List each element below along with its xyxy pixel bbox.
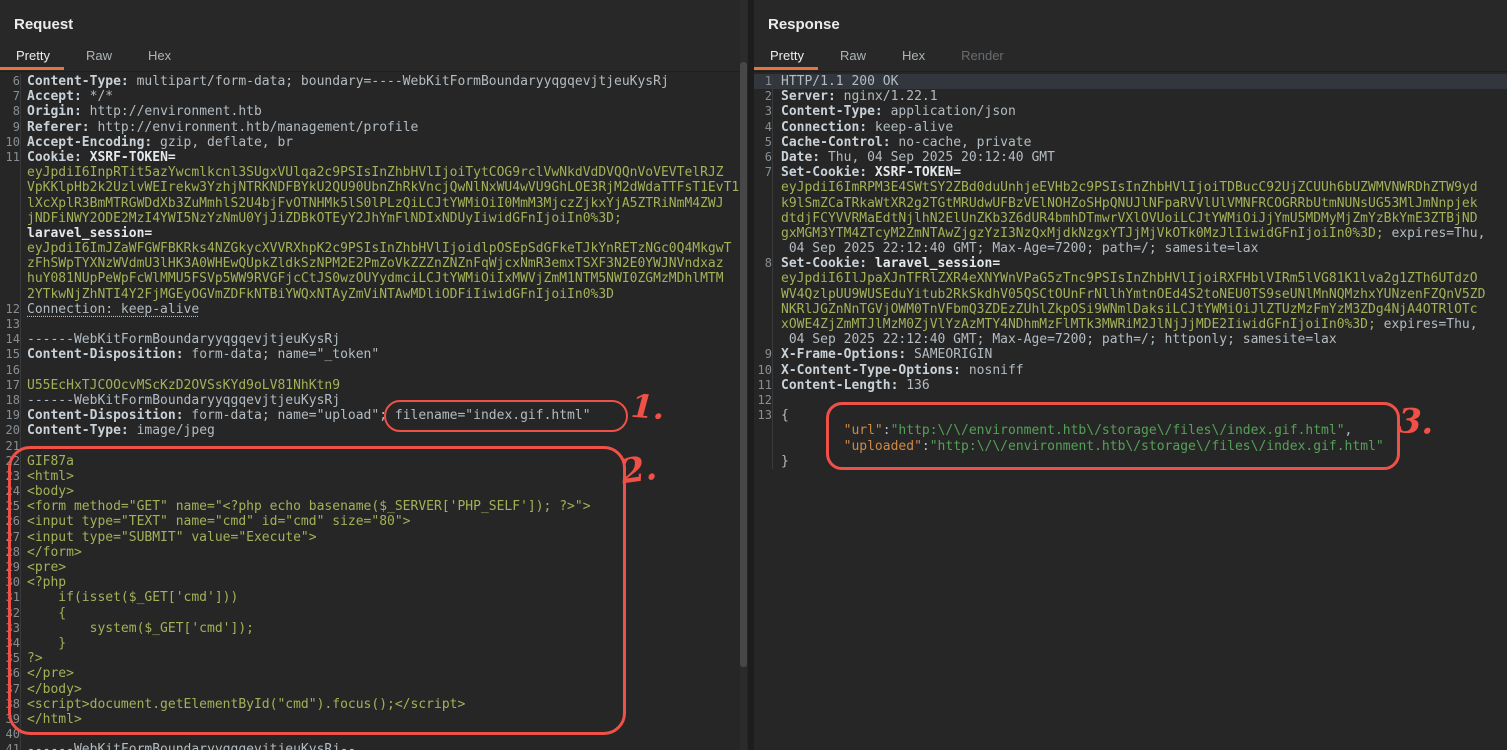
code-line: eyJpdiI6IlJpaXJnTFRlZXR4eXNYWnVPaG5zTnc9… — [754, 271, 1507, 286]
tab-pretty[interactable]: Pretty — [16, 48, 50, 63]
code-line: 10Accept-Encoding: gzip, deflate, br — [0, 135, 748, 150]
code-line: eyJpdiI6InpRTit5azYwcmlkcnl3SUgxVUlqa2c9… — [0, 165, 748, 180]
annotation-box-json — [826, 402, 1400, 470]
tab-hex[interactable]: Hex — [902, 48, 925, 63]
tab-pretty[interactable]: Pretty — [770, 48, 804, 63]
code-line: 41------WebKitFormBoundaryyqgqevjtjeuKys… — [0, 742, 748, 750]
annotation-circle-filename — [384, 400, 628, 432]
annotation-label-3: 3. — [1397, 401, 1434, 442]
response-tabbar: PrettyRawHexRender \n — [754, 44, 1507, 70]
code-line: 10X-Content-Type-Options: nosniff — [754, 363, 1507, 378]
tab-render[interactable]: Render — [961, 48, 1004, 63]
code-line: 1HTTP/1.1 200 OK — [754, 74, 1507, 89]
code-line: 9X-Frame-Options: SAMEORIGIN — [754, 347, 1507, 362]
code-line: 4Connection: keep-alive — [754, 120, 1507, 135]
code-line: 13 — [0, 317, 748, 332]
code-line: 2Server: nginx/1.22.1 — [754, 89, 1507, 104]
code-line: k9lSmZCaTRkaWtXR2g2TGtMRUdwUFBzVElNOHZoS… — [754, 196, 1507, 211]
code-line: 11Content-Length: 136 — [754, 378, 1507, 393]
code-line: zFhSWpTYXNzWVdmU3lHK3A0WHEwQUpkZldkSzNPM… — [0, 256, 748, 271]
request-tabbar: PrettyRawHex \ — [0, 44, 748, 70]
request-panel-title: Request — [14, 16, 73, 33]
code-line: lXcXplR3BmMTRGWDdXb3ZuMmhlS2U4bjFvOTNHMk… — [0, 196, 748, 211]
active-tab-underline — [754, 67, 818, 70]
code-line: WV4QzlpUU9WUSEduYitub2RkSkdhV05QSCtOUnFr… — [754, 287, 1507, 302]
code-line: 7Set-Cookie: XSRF-TOKEN= — [754, 165, 1507, 180]
code-line: NKRlJGZnNnTGVjOWM0TnVFbmQ3ZDEzZUhlZkpOSi… — [754, 302, 1507, 317]
code-line: eyJpdiI6ImJZaWFGWFBKRks4NZGkycXVVRXhpK2c… — [0, 241, 748, 256]
code-line: 7Accept: */* — [0, 89, 748, 104]
response-panel-title: Response — [768, 16, 840, 33]
tab-hex[interactable]: Hex — [148, 48, 171, 63]
annotation-box-payload — [8, 446, 626, 735]
code-line: 04 Sep 2025 22:12:40 GMT; Max-Age=7200; … — [754, 241, 1507, 256]
code-line: 2YTkwNjZhNTI4Y2FjMGEyOGVmZDFkNTBiYWQxNTA… — [0, 287, 748, 302]
annotation-label-2: 2. — [618, 448, 659, 493]
code-line: eyJpdiI6ImRPM3E4SWtSY2ZBd0duUnhjeEVHb2c9… — [754, 180, 1507, 195]
code-line: dtdjFCYVVRMaEdtNjlhN2ElUnZKb3Z6dUR4bmhDT… — [754, 211, 1507, 226]
code-line: VpKKlpHb2k2UzlvWEIrekw3YzhjNTRKNDFBYkU2Q… — [0, 180, 748, 195]
code-line: 15Content-Disposition: form-data; name="… — [0, 347, 748, 362]
tab-raw[interactable]: Raw — [840, 48, 866, 63]
burp-repeater-window: Request Pretty Raw Hex — [0, 0, 1507, 750]
code-line: huY081NUpPeWpFcWlMMU5FSVp5WW9RVGFjcCtJS0… — [0, 271, 748, 286]
annotation-label-1: 1. — [630, 387, 666, 427]
request-scrollbar-thumb[interactable] — [740, 62, 747, 667]
code-line: 04 Sep 2025 22:12:40 GMT; Max-Age=7200; … — [754, 332, 1507, 347]
response-panel: Response PrettyRawHexRender \n 1HTTP/1.1… — [754, 0, 1507, 750]
code-line: 8Set-Cookie: laravel_session= — [754, 256, 1507, 271]
active-tab-underline — [0, 67, 64, 70]
code-line: 20Content-Type: image/jpeg — [0, 423, 748, 438]
code-line: laravel_session= — [0, 226, 748, 241]
code-line: jNDFiNWY2ODE2MzI4YWI5NzYzNmU0YjJiZDBkOTE… — [0, 211, 748, 226]
code-line: gxMGM3YTM4ZTcyM2ZmNTAwZjgzYzI3NzQxMjdkNz… — [754, 226, 1507, 241]
code-line: 12Connection: keep-alive — [0, 302, 748, 317]
code-line: 3Content-Type: application/json — [754, 104, 1507, 119]
code-line: 8Origin: http://environment.htb — [0, 104, 748, 119]
code-line: 6Content-Type: multipart/form-data; boun… — [0, 74, 748, 89]
request-scrollbar[interactable] — [740, 0, 747, 750]
code-line: 16 — [0, 363, 748, 378]
code-line: 11Cookie: XSRF-TOKEN= — [0, 150, 748, 165]
code-line: 5Cache-Control: no-cache, private — [754, 135, 1507, 150]
tab-raw[interactable]: Raw — [86, 48, 112, 63]
code-line: 9Referer: http://environment.htb/managem… — [0, 120, 748, 135]
code-line: 14------WebKitFormBoundaryyqgqevjtjeuKys… — [0, 332, 748, 347]
code-line: 6Date: Thu, 04 Sep 2025 20:12:40 GMT — [754, 150, 1507, 165]
code-line: xOWE4ZjZmMTJlMzM0ZjVlYzAzMTY4NDhmMzFlMTk… — [754, 317, 1507, 332]
